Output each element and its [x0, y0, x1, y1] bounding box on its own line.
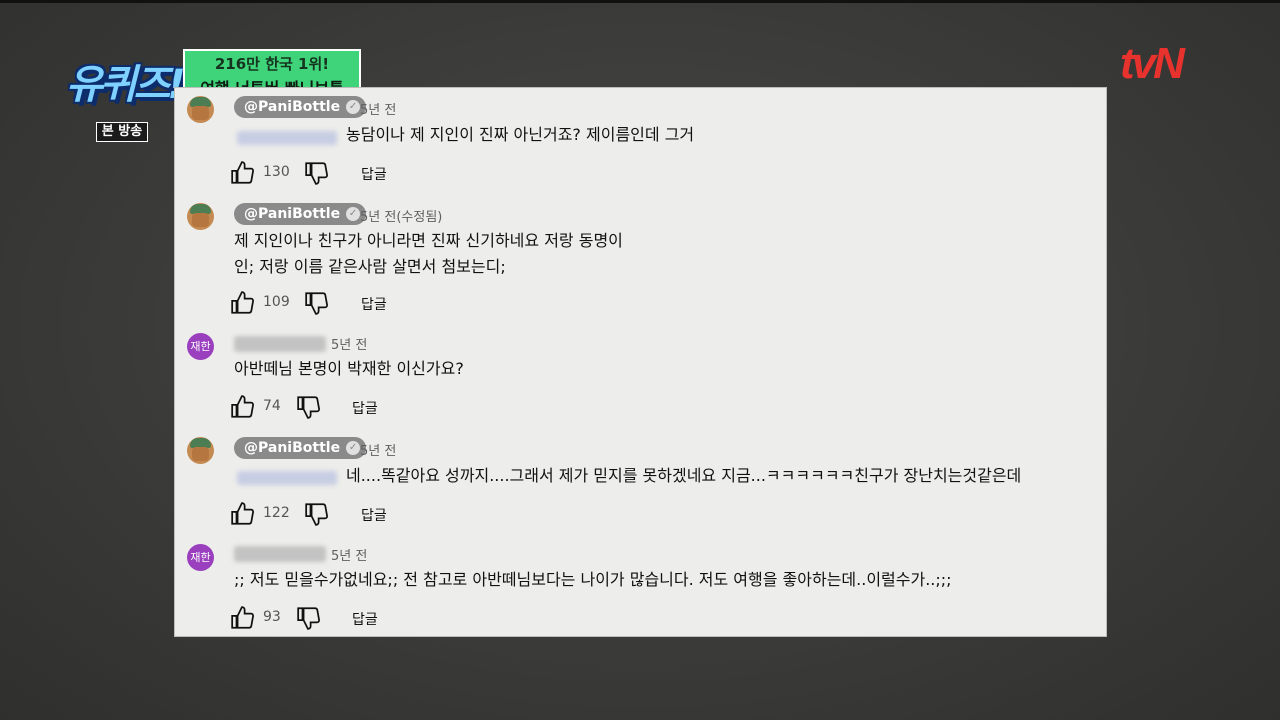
broadcast-badge: 본 방송 [96, 122, 148, 142]
comment-text: 네....똑같아요 성까지....그래서 제가 믿지를 못하겠네요 지금...ㅋ… [346, 466, 1022, 485]
verified-check-icon: ✓ [346, 207, 361, 221]
author-label: @PaniBottle [244, 440, 341, 456]
comment-time: 5년 전 [331, 338, 368, 353]
like-count: 122 [263, 505, 290, 521]
reply-button[interactable]: 답글 [352, 398, 378, 418]
mention-handle-blurred [237, 471, 337, 485]
comment-time: 5년 전 [360, 444, 397, 459]
comment-text: ;; 저도 믿을수가없네요;; 전 참고로 아반떼님보다는 나이가 많습니다. … [234, 570, 952, 589]
reply-button[interactable]: 답글 [361, 164, 387, 184]
comment-actions: 74 답글 [230, 394, 530, 420]
like-count: 93 [263, 609, 281, 625]
thumbs-down-icon[interactable] [304, 290, 330, 316]
channel-logo: tvN [1120, 39, 1185, 88]
comment-text-line-2: 인; 저랑 이름 같은사람 살면서 첨보는디; [234, 257, 506, 276]
author-name-blurred [234, 546, 326, 562]
avatar[interactable] [187, 203, 214, 230]
author-name[interactable]: @PaniBottle ✓ [234, 96, 367, 118]
reply-button[interactable]: 답글 [352, 609, 378, 629]
comment-text: 아반떼님 본명이 박재한 이신가요? [234, 359, 464, 378]
comment-actions: 130 답글 [230, 160, 530, 186]
thumbs-up-icon[interactable] [230, 501, 256, 527]
comment-actions: 122 답글 [230, 501, 530, 527]
comment-text-line-1: 제 지인이나 친구가 아니라면 진짜 신기하네요 저랑 동명이 [234, 231, 623, 250]
avatar[interactable]: 재한 [187, 333, 214, 360]
mention-handle-blurred [237, 131, 337, 145]
like-count: 130 [263, 164, 290, 180]
thumbs-up-icon[interactable] [230, 605, 256, 631]
like-count: 109 [263, 294, 290, 310]
comment-time: 5년 전 [360, 103, 397, 118]
thumbs-down-icon[interactable] [304, 160, 330, 186]
caption-subtitle: 216만 한국 1위! [214, 55, 330, 73]
avatar[interactable]: 재한 [187, 544, 214, 571]
show-logo: 유퀴즈! [66, 48, 186, 110]
author-label: @PaniBottle [244, 206, 341, 222]
thumbs-down-icon[interactable] [304, 501, 330, 527]
comment-time: 5년 전(수정됨) [360, 210, 443, 225]
avatar[interactable] [187, 96, 214, 123]
author-name-blurred [234, 336, 326, 352]
author-name[interactable]: @PaniBottle ✓ [234, 437, 367, 459]
author-name[interactable]: @PaniBottle ✓ [234, 203, 367, 225]
thumbs-down-icon[interactable] [296, 394, 322, 420]
reply-button[interactable]: 답글 [361, 505, 387, 525]
thumbs-down-icon[interactable] [296, 605, 322, 631]
thumbs-up-icon[interactable] [230, 290, 256, 316]
comment-actions: 93 답글 [230, 605, 530, 631]
show-logo-text: 유퀴즈! [66, 62, 186, 108]
comment-time: 5년 전 [331, 549, 368, 564]
author-label: @PaniBottle [244, 99, 341, 115]
reply-button[interactable]: 답글 [361, 294, 387, 314]
verified-check-icon: ✓ [346, 441, 361, 455]
frame-top-border [0, 0, 1280, 3]
thumbs-up-icon[interactable] [230, 394, 256, 420]
comment-text: 농담이나 제 지인이 진짜 아닌거죠? 제이름인데 그거 [346, 125, 695, 144]
verified-check-icon: ✓ [346, 100, 361, 114]
like-count: 74 [263, 398, 281, 414]
thumbs-up-icon[interactable] [230, 160, 256, 186]
comment-actions: 109 답글 [230, 290, 530, 316]
comments-panel: @PaniBottle ✓ 5년 전 농담이나 제 지인이 진짜 아닌거죠? 제… [175, 88, 1106, 636]
avatar[interactable] [187, 437, 214, 464]
